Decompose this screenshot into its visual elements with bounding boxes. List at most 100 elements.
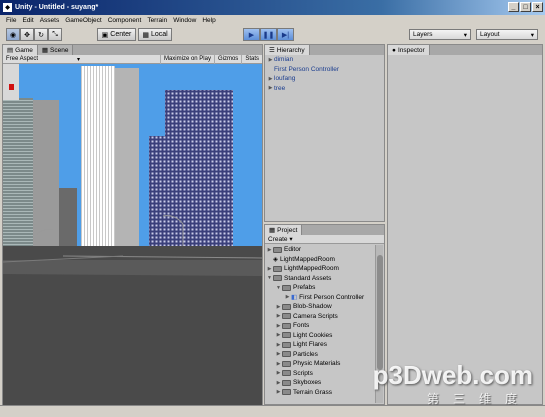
project-item-label: Camera Scripts bbox=[293, 312, 338, 320]
menu-file[interactable]: File bbox=[3, 17, 19, 24]
project-item[interactable]: ▶ Editor bbox=[266, 245, 374, 255]
rotate-tool-icon[interactable]: ↻ bbox=[34, 28, 48, 41]
hierarchy-item[interactable]: ▶ tree bbox=[267, 84, 384, 94]
expand-arrow-icon[interactable]: ▶ bbox=[267, 85, 274, 91]
expand-arrow-icon[interactable]: ▶ bbox=[275, 370, 282, 376]
tab-hierarchy[interactable]: ☰ Hierarchy bbox=[265, 45, 310, 55]
aspect-dropdown[interactable]: Free Aspect ▾ bbox=[3, 56, 83, 63]
expand-arrow-icon[interactable]: ▶ bbox=[284, 294, 291, 300]
expand-arrow-icon[interactable]: ▶ bbox=[275, 389, 282, 395]
project-item[interactable]: ▼ Standard Assets bbox=[266, 274, 374, 284]
layers-dropdown[interactable]: Layers ▾ bbox=[409, 29, 471, 40]
expand-arrow-icon[interactable]: ▶ bbox=[275, 313, 282, 319]
play-button[interactable]: ▶ bbox=[243, 28, 260, 41]
expand-arrow-icon[interactable]: ▶ bbox=[275, 351, 282, 357]
chevron-down-icon: ▾ bbox=[463, 31, 467, 39]
tab-project[interactable]: ▦ Project bbox=[265, 225, 303, 235]
expand-arrow-icon[interactable]: ▶ bbox=[267, 57, 274, 63]
project-item-label: Light Cookies bbox=[293, 331, 333, 339]
create-dropdown[interactable]: Create ▾ bbox=[265, 235, 296, 243]
scene-tab-icon: ▦ bbox=[41, 47, 49, 54]
expand-arrow-icon[interactable]: ▶ bbox=[266, 247, 273, 253]
tab-scene[interactable]: ▦ Scene bbox=[37, 45, 74, 55]
project-item-label: Skyboxes bbox=[293, 379, 322, 387]
project-item[interactable]: ▶ Skyboxes bbox=[266, 378, 374, 388]
folder-icon bbox=[282, 351, 291, 358]
city-scene bbox=[3, 64, 262, 412]
chevron-down-icon: ▾ bbox=[530, 31, 534, 39]
white-tower-side bbox=[115, 68, 139, 246]
expand-arrow-icon[interactable]: ▶ bbox=[275, 342, 282, 348]
pause-button[interactable]: ❚❚ bbox=[260, 28, 277, 41]
project-tab-icon: ▦ bbox=[269, 227, 276, 234]
scrollbar-thumb[interactable] bbox=[377, 255, 383, 370]
menu-assets[interactable]: Assets bbox=[37, 17, 63, 24]
glass-tower-small bbox=[149, 136, 167, 258]
project-item[interactable]: ▼ Prefabs bbox=[266, 283, 374, 293]
gizmos-toggle[interactable]: Gizmos bbox=[213, 54, 241, 64]
project-item-label: Terrain Grass bbox=[293, 388, 333, 396]
building-left bbox=[3, 98, 33, 246]
pivot-center-button[interactable]: ▣ Center bbox=[97, 28, 136, 41]
tab-inspector[interactable]: ● Inspector bbox=[388, 45, 430, 55]
expand-arrow-icon[interactable]: ▶ bbox=[267, 76, 274, 82]
project-item[interactable]: ◈ LightMappedRoom bbox=[266, 255, 374, 265]
project-item[interactable]: ▶ Terrain Grass bbox=[266, 388, 374, 398]
window-title: Unity - Untitled - suyang* bbox=[15, 4, 99, 11]
folder-icon bbox=[282, 370, 291, 377]
move-tool-icon[interactable]: ✥ bbox=[20, 28, 34, 41]
hierarchy-item[interactable]: First Person Controller bbox=[267, 65, 384, 75]
chevron-down-icon: ▾ bbox=[76, 56, 80, 63]
glass-tower-large bbox=[165, 90, 233, 258]
title-bar: ◆ Unity - Untitled - suyang* _ □ × bbox=[0, 0, 545, 15]
menu-window[interactable]: Window bbox=[170, 17, 199, 24]
menu-bar: File Edit Assets GameObject Component Te… bbox=[0, 15, 545, 26]
create-label: Create bbox=[268, 236, 288, 243]
menu-terrain[interactable]: Terrain bbox=[144, 17, 170, 24]
menu-component[interactable]: Component bbox=[105, 17, 145, 24]
project-item[interactable]: ▶ Light Flares bbox=[266, 340, 374, 350]
expand-arrow-icon[interactable]: ▶ bbox=[275, 304, 282, 310]
chevron-down-icon: ▾ bbox=[289, 236, 293, 243]
game-tab-icon: ▤ bbox=[7, 47, 14, 54]
project-item[interactable]: ▶ Scripts bbox=[266, 369, 374, 379]
project-item[interactable]: ▶ LightMappedRoom bbox=[266, 264, 374, 274]
menu-help[interactable]: Help bbox=[199, 17, 218, 24]
project-item-label: Blob-Shadow bbox=[293, 303, 332, 311]
pivot-local-button[interactable]: ▦ Local bbox=[138, 28, 172, 41]
project-item[interactable]: ▶ Particles bbox=[266, 350, 374, 360]
project-item[interactable]: ▶ Light Cookies bbox=[266, 331, 374, 341]
stats-toggle[interactable]: Stats bbox=[241, 54, 262, 64]
tab-game[interactable]: ▤ Game bbox=[3, 45, 38, 55]
tab-inspector-label: Inspector bbox=[397, 46, 425, 54]
expand-arrow-icon[interactable]: ▶ bbox=[275, 380, 282, 386]
layout-dropdown[interactable]: Layout ▾ bbox=[476, 29, 538, 40]
step-button[interactable]: ▶| bbox=[277, 28, 294, 41]
project-item[interactable]: ▶ ◧ First Person Controller bbox=[266, 293, 374, 303]
view-tool-eye-icon[interactable]: ◉ bbox=[6, 28, 20, 41]
collapse-arrow-icon[interactable]: ▼ bbox=[266, 275, 273, 281]
maximize-button[interactable]: □ bbox=[520, 2, 531, 12]
game-viewport[interactable] bbox=[3, 64, 262, 412]
close-button[interactable]: × bbox=[532, 2, 543, 12]
collapse-arrow-icon[interactable]: ▼ bbox=[275, 285, 282, 291]
menu-edit[interactable]: Edit bbox=[19, 17, 36, 24]
project-item[interactable]: ▶ Camera Scripts bbox=[266, 312, 374, 322]
building-left-side bbox=[33, 100, 59, 246]
hierarchy-panel: ☰ Hierarchy ▶ dimian First Person Contro… bbox=[264, 44, 385, 222]
scale-tool-icon[interactable]: ⤡ bbox=[48, 28, 62, 41]
minimize-button[interactable]: _ bbox=[508, 2, 519, 12]
project-item[interactable]: ▶ Fonts bbox=[266, 321, 374, 331]
hierarchy-item[interactable]: ▶ loufang bbox=[267, 74, 384, 84]
hierarchy-item[interactable]: ▶ dimian bbox=[267, 55, 384, 65]
project-item-label: Fonts bbox=[293, 322, 310, 330]
expand-arrow-icon[interactable]: ▶ bbox=[275, 332, 282, 338]
expand-arrow-icon[interactable]: ▶ bbox=[266, 266, 273, 272]
project-item[interactable]: ▶ Blob-Shadow bbox=[266, 302, 374, 312]
expand-arrow-icon[interactable]: ▶ bbox=[275, 361, 282, 367]
toolbar: ◉ ✥ ↻ ⤡ ▣ Center ▦ Local ▶ ❚❚ ▶| Layers … bbox=[0, 26, 545, 44]
project-item[interactable]: ▶ Physic Materials bbox=[266, 359, 374, 369]
expand-arrow-icon[interactable]: ▶ bbox=[275, 323, 282, 329]
menu-gameobject[interactable]: GameObject bbox=[62, 17, 105, 24]
maximize-on-play-toggle[interactable]: Maximize on Play bbox=[159, 54, 214, 64]
